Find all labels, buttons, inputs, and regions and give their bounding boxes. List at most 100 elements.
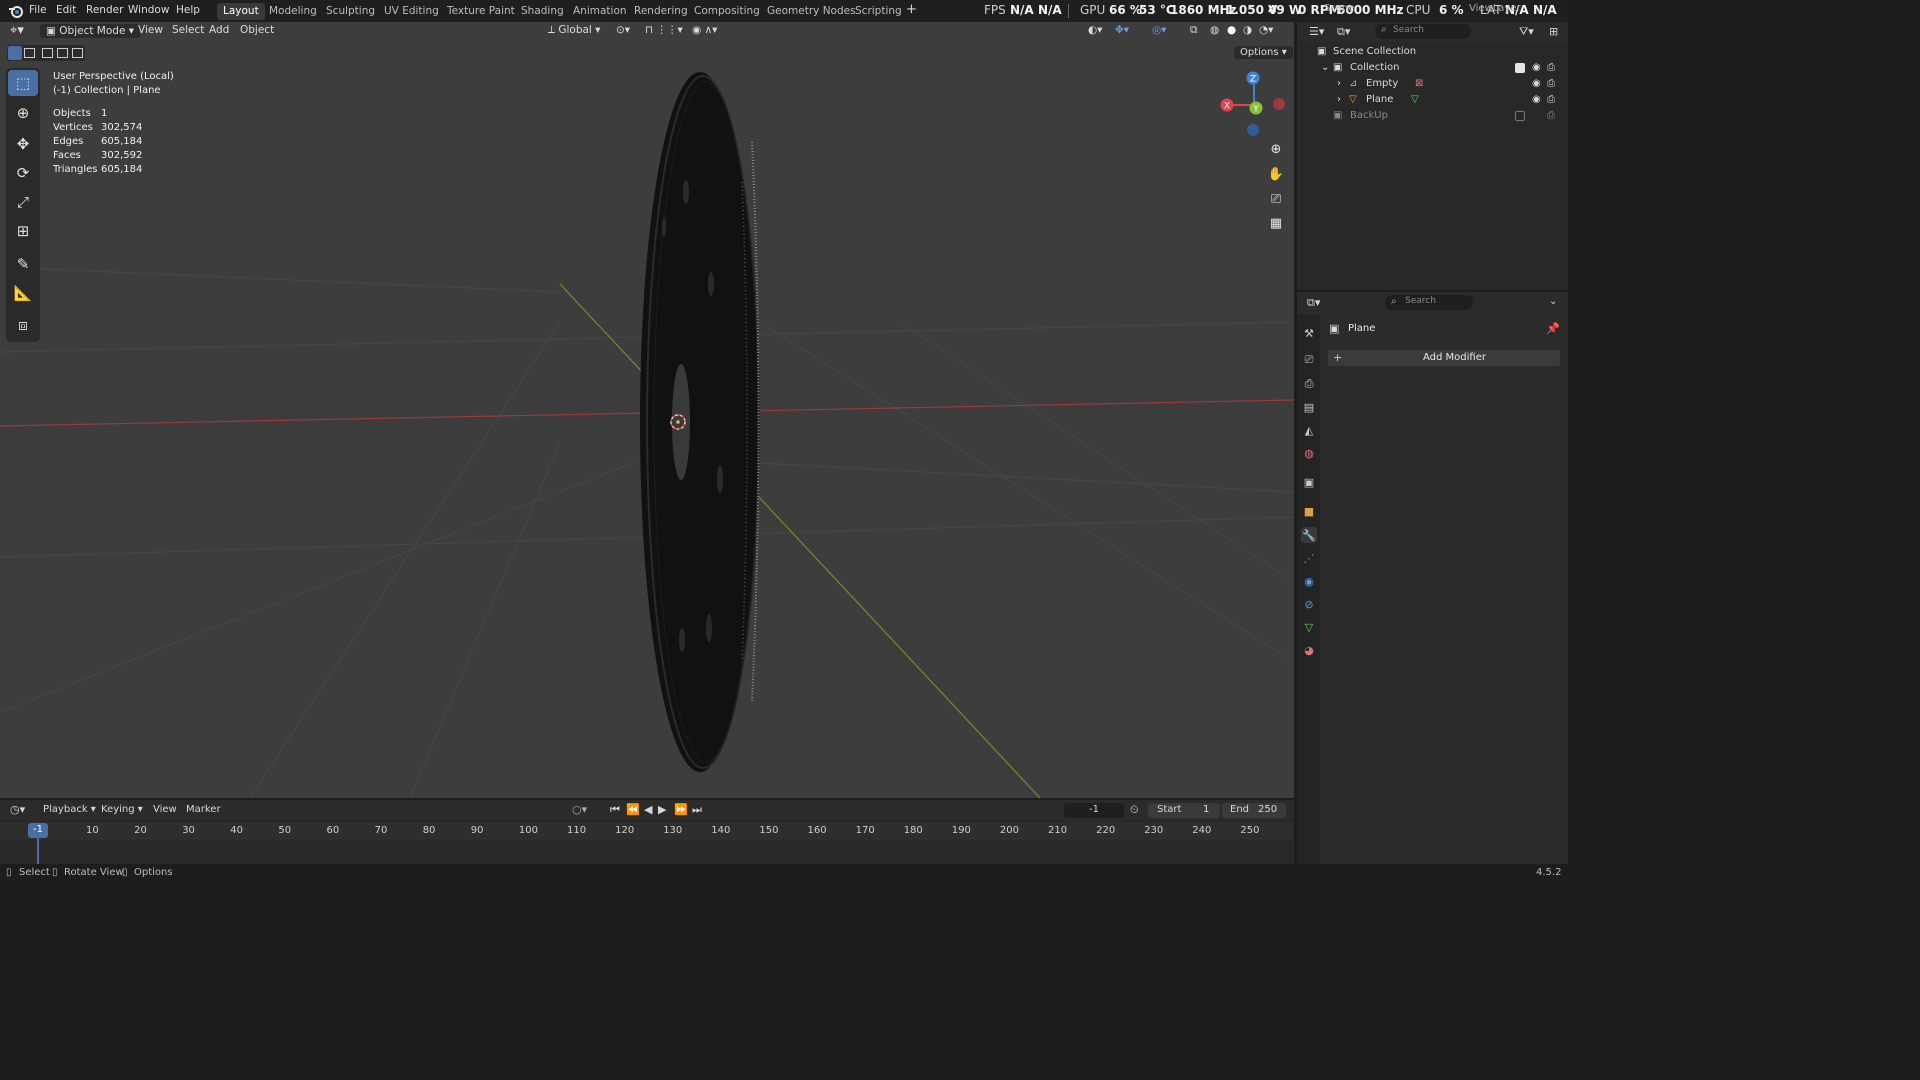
jump-end-icon[interactable]: ⏭: [692, 803, 702, 817]
gizmo-toggle-icon[interactable]: ✥▾: [1115, 24, 1129, 36]
collection-checkbox[interactable]: [1515, 63, 1525, 73]
physics-tab-icon[interactable]: ◉: [1301, 573, 1317, 589]
material-tab-icon[interactable]: ◕: [1301, 642, 1317, 658]
menu-render[interactable]: Render: [86, 4, 123, 16]
timeline-editor-icon[interactable]: ◷▾: [10, 803, 25, 816]
tab-modeling[interactable]: Modeling: [263, 3, 323, 20]
tab-layout[interactable]: Layout: [217, 3, 265, 20]
menu-file[interactable]: File: [29, 4, 47, 16]
outliner-row-plane[interactable]: › ▽ Plane ▽ ◉ ⎙: [1297, 92, 1568, 108]
tab-compositing[interactable]: Compositing: [688, 3, 766, 20]
viewport-menu-add[interactable]: Add: [209, 24, 229, 36]
timeline-menu-keying[interactable]: Keying ▾: [101, 804, 143, 815]
output-tab-icon[interactable]: ⎙: [1301, 376, 1317, 392]
constraints-tab-icon[interactable]: ⊘: [1301, 596, 1317, 612]
outliner-row-collection[interactable]: ⌄ ▣ Collection ◉ ⎙: [1297, 60, 1568, 76]
add-modifier-button[interactable]: + Add Modifier: [1328, 350, 1560, 366]
scene-field[interactable]: Scene: [1324, 3, 1355, 14]
camera-view-icon[interactable]: ⎚: [1265, 188, 1287, 210]
view-layer-tab-icon[interactable]: ▤: [1301, 399, 1317, 415]
tab-texture-paint[interactable]: Texture Paint: [441, 3, 521, 20]
rotate-icon[interactable]: ⟳: [8, 160, 38, 186]
measure-icon[interactable]: 📐: [8, 280, 38, 306]
play-reverse-icon[interactable]: ◀: [644, 803, 652, 816]
timeline-menu-playback[interactable]: Playback ▾: [43, 804, 96, 815]
select-subtract-icon[interactable]: [42, 48, 53, 58]
properties-search-input[interactable]: Search: [1385, 295, 1473, 310]
outliner-row-scene-collection[interactable]: ▣ Scene Collection: [1297, 44, 1568, 60]
outliner-search-input[interactable]: Search: [1375, 24, 1471, 39]
scale-icon[interactable]: ⤢: [8, 189, 38, 215]
backup-checkbox[interactable]: [1515, 111, 1525, 121]
camera-icon[interactable]: ⎙: [1547, 110, 1555, 121]
current-frame-field[interactable]: -1: [1064, 803, 1124, 818]
play-icon[interactable]: ▶: [658, 803, 666, 816]
filter-icon[interactable]: ⛛▾: [1519, 25, 1534, 39]
transform-icon[interactable]: ⊞: [8, 218, 38, 244]
eye-icon[interactable]: ◉: [1532, 62, 1541, 73]
select-intersect-icon[interactable]: [72, 48, 83, 58]
snap-icon[interactable]: ⊓ ⋮⋮▾: [645, 24, 683, 36]
playhead-line[interactable]: [37, 838, 39, 864]
viewport-menu-select[interactable]: Select: [172, 24, 204, 36]
select-invert-icon[interactable]: [57, 48, 68, 58]
cursor-icon[interactable]: ⊕: [8, 100, 38, 126]
select-new-icon[interactable]: [8, 46, 22, 60]
chevron-down-icon[interactable]: ⌄: [1549, 296, 1557, 307]
menu-help[interactable]: Help: [176, 4, 200, 16]
pan-hand-icon[interactable]: ✋: [1265, 163, 1287, 185]
camera-icon[interactable]: ⎙: [1547, 78, 1555, 89]
add-cube-icon[interactable]: ⧈: [8, 312, 38, 338]
timeline-menu-marker[interactable]: Marker: [186, 804, 221, 815]
next-keyframe-icon[interactable]: ⏩: [674, 803, 688, 816]
playhead-frame-indicator[interactable]: -1: [28, 823, 48, 838]
expand-arrow-icon[interactable]: ⌄: [1321, 62, 1329, 73]
render-tab-icon[interactable]: ⎚: [1301, 352, 1317, 368]
select-box-icon[interactable]: ⬚: [8, 70, 38, 96]
select-extend-icon[interactable]: [24, 48, 35, 58]
timeline-menu-view[interactable]: View: [153, 804, 177, 815]
navigation-gizmo[interactable]: Z X Y: [1218, 68, 1288, 138]
eye-icon[interactable]: ◉: [1532, 94, 1541, 105]
annotate-icon[interactable]: ✎: [8, 251, 38, 277]
viewport-options-button[interactable]: Options ▾: [1234, 46, 1293, 59]
eye-icon[interactable]: ◉: [1532, 78, 1541, 89]
plane-mesh-disc[interactable]: [640, 72, 760, 772]
data-tab-icon[interactable]: ▽: [1301, 619, 1317, 635]
world-tab-icon[interactable]: ◍: [1301, 445, 1317, 461]
outliner-row-backup[interactable]: ▣ BackUp ⎙: [1297, 108, 1568, 124]
shading-rendered-icon[interactable]: ◔▾: [1259, 24, 1273, 36]
record-icon[interactable]: ○▾: [572, 803, 587, 816]
viewport-menu-view[interactable]: View: [138, 24, 163, 36]
overlay-toggle-icon[interactable]: ◎▾: [1152, 24, 1166, 36]
tab-scripting[interactable]: Scripting: [849, 3, 908, 20]
camera-icon[interactable]: ⎙: [1547, 62, 1555, 73]
viewlayer-field[interactable]: ViewLayer: [1469, 3, 1521, 14]
add-workspace-icon[interactable]: +: [906, 2, 917, 17]
tab-uv-editing[interactable]: UV Editing: [378, 3, 445, 20]
tab-animation[interactable]: Animation: [567, 3, 633, 20]
clock-icon[interactable]: ⏲: [1130, 803, 1139, 817]
move-icon[interactable]: ✥: [8, 131, 38, 157]
outliner-editor-icon[interactable]: ☰▾: [1309, 25, 1324, 38]
mode-dropdown[interactable]: ▣ Object Mode ▾: [40, 24, 141, 38]
tab-shading[interactable]: Shading: [515, 3, 570, 20]
tool-tab-icon[interactable]: ⚒: [1301, 325, 1317, 341]
outliner-row-empty[interactable]: › ⊿ Empty ⊠ ◉ ⎙: [1297, 76, 1568, 92]
visibility-icon[interactable]: ◐▾: [1088, 24, 1102, 36]
tab-sculpting[interactable]: Sculpting: [320, 3, 381, 20]
jump-start-icon[interactable]: ⏮: [610, 803, 620, 817]
viewport-menu-object[interactable]: Object: [240, 24, 274, 36]
xray-icon[interactable]: ⧉: [1190, 24, 1198, 37]
menu-edit[interactable]: Edit: [56, 4, 76, 16]
shading-solid-icon[interactable]: ●: [1227, 24, 1236, 36]
object-tab-icon[interactable]: ■: [1301, 503, 1317, 519]
tab-rendering[interactable]: Rendering: [628, 3, 694, 20]
tab-geometry-nodes[interactable]: Geometry Nodes: [761, 3, 862, 20]
outliner-display-icon[interactable]: ⧉▾: [1337, 25, 1350, 39]
particles-tab-icon[interactable]: ⋰: [1301, 550, 1317, 566]
pin-icon[interactable]: 📌: [1546, 322, 1560, 335]
ortho-grid-icon[interactable]: ▦: [1265, 212, 1287, 234]
new-collection-icon[interactable]: ⊞: [1549, 25, 1558, 38]
proportional-edit-icon[interactable]: ◉ ∧▾: [692, 24, 717, 36]
